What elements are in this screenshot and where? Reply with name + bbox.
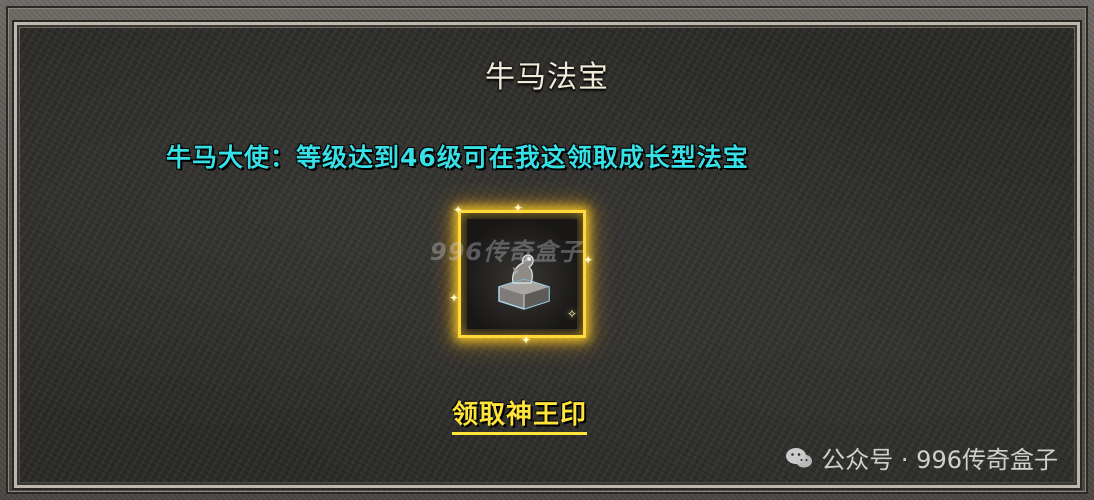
- sparkle-icon: ✦: [513, 201, 524, 215]
- sparkle-icon: ✦: [582, 253, 593, 267]
- sparkle-icon: ✦: [521, 333, 532, 347]
- wechat-watermark: 公众号 · 996传奇盒子: [785, 440, 1058, 475]
- wechat-icon: [786, 447, 813, 467]
- npc-dialogue: 牛马大使：等级达到46级可在我这领取成长型法宝: [166, 143, 749, 172]
- sparkle-icon: ✧: [566, 307, 577, 321]
- dialog-title: 牛马法宝: [485, 60, 609, 95]
- sparkle-icon: ✦: [449, 291, 460, 305]
- item-slot[interactable]: ✦ ✦ ✦ ✦ ✦ ✧: [449, 201, 593, 347]
- watermark-logo: 996传奇盒子: [430, 238, 584, 266]
- claim-reward-button[interactable]: 领取神王印: [452, 394, 588, 435]
- wechat-account-text: 公众号 · 996传奇盒子: [821, 446, 1058, 474]
- sparkle-icon: ✦: [453, 203, 464, 217]
